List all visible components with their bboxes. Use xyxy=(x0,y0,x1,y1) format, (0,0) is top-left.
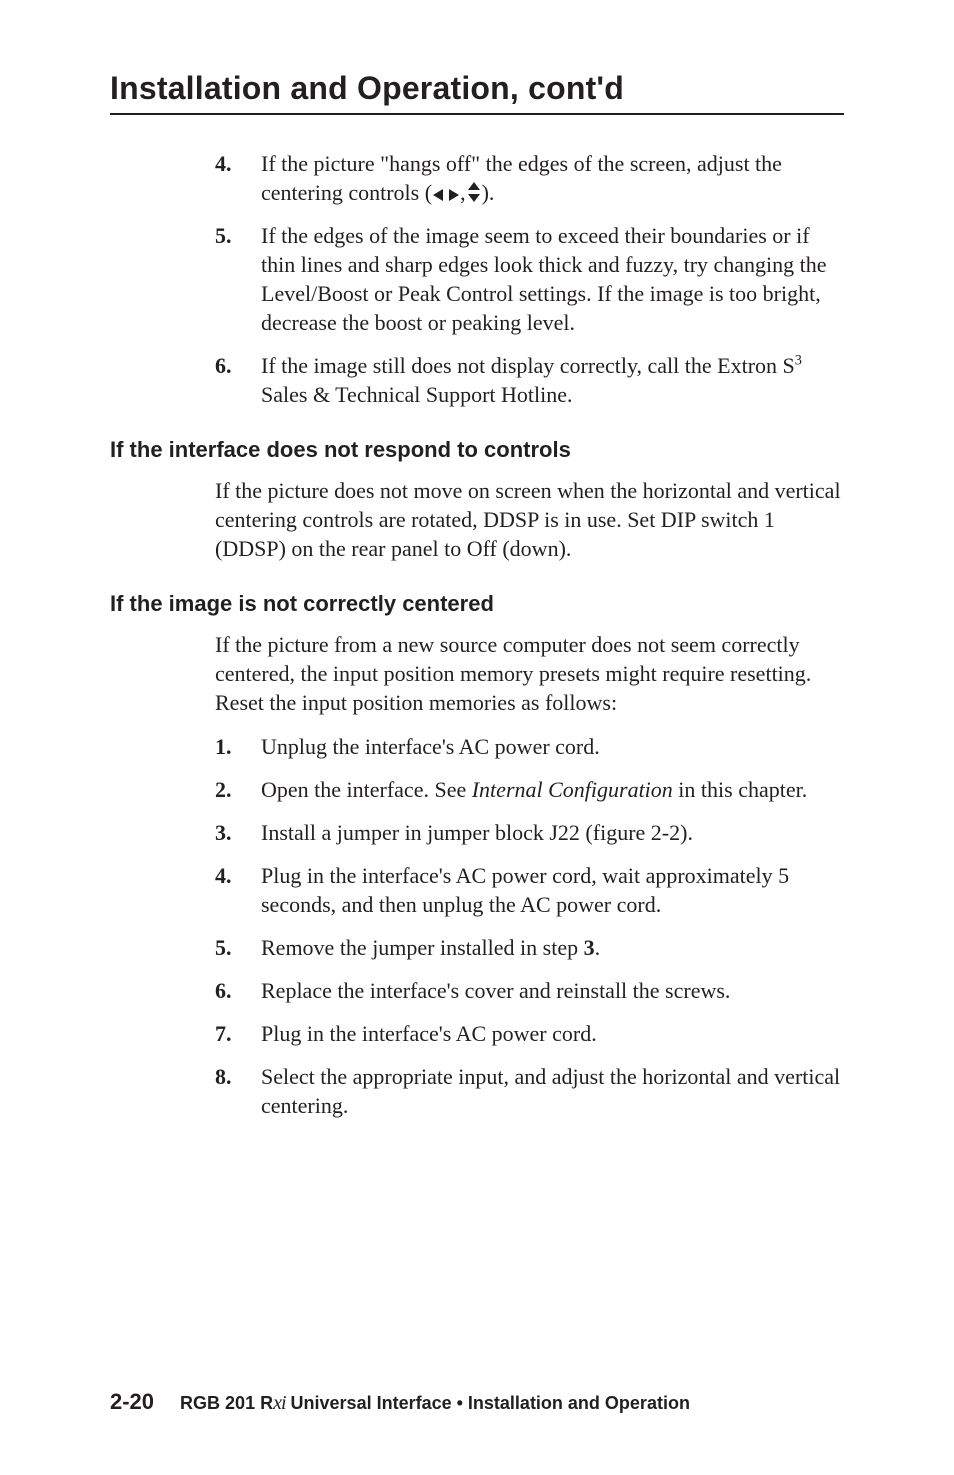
left-right-icon xyxy=(433,188,459,202)
superscript: 3 xyxy=(795,353,802,369)
footer: 2-20 RGB 201 Rxi Universal Interface • I… xyxy=(110,1389,844,1415)
reset-steps-list-item: 1.Unplug the interface's AC power cord. xyxy=(215,732,844,761)
paragraph: If the picture does not move on screen w… xyxy=(215,476,844,563)
body-area: 4.If the picture "hangs off" the edges o… xyxy=(110,149,844,1120)
reset-steps-list-item: 5.Remove the jumper installed in step 3. xyxy=(215,933,844,962)
subhead-no-respond: If the interface does not respond to con… xyxy=(110,435,844,464)
page: Installation and Operation, cont'd 4.If … xyxy=(0,0,954,1475)
list-number: 3. xyxy=(215,818,261,847)
reset-steps-list-item: 8.Select the appropriate input, and adju… xyxy=(215,1062,844,1120)
list-number: 4. xyxy=(215,861,261,919)
list-text: Plug in the interface's AC power cord, w… xyxy=(261,861,844,919)
list-number: 1. xyxy=(215,732,261,761)
list-text: Replace the interface's cover and reinst… xyxy=(261,976,844,1005)
footer-rest: Universal Interface • Installation and O… xyxy=(286,1393,690,1413)
page-number: 2-20 xyxy=(110,1389,154,1415)
list-number: 5. xyxy=(215,933,261,962)
italic-text: Internal Configuration xyxy=(472,777,673,802)
paragraph: If the picture from a new source compute… xyxy=(215,630,844,717)
list-text: Open the interface. See Internal Configu… xyxy=(261,775,844,804)
list-number: 7. xyxy=(215,1019,261,1048)
continued-list-item: 4.If the picture "hangs off" the edges o… xyxy=(215,149,844,207)
continued-list-item: 6.If the image still does not display co… xyxy=(215,351,844,409)
list-text: If the edges of the image seem to exceed… xyxy=(261,221,844,337)
list-text: Remove the jumper installed in step 3. xyxy=(261,933,844,962)
footer-text: RGB 201 Rxi Universal Interface • Instal… xyxy=(180,1392,690,1415)
list-text: Select the appropriate input, and adjust… xyxy=(261,1062,844,1120)
reset-steps-list: 1.Unplug the interface's AC power cord.2… xyxy=(215,732,844,1120)
reset-steps-list-item: 4.Plug in the interface's AC power cord,… xyxy=(215,861,844,919)
list-number: 4. xyxy=(215,149,261,207)
list-number: 6. xyxy=(215,976,261,1005)
list-text: Unplug the interface's AC power cord. xyxy=(261,732,844,761)
footer-product-prefix: RGB 201 R xyxy=(180,1393,273,1413)
list-number: 6. xyxy=(215,351,261,409)
list-number: 2. xyxy=(215,775,261,804)
reset-steps-list-item: 7.Plug in the interface's AC power cord. xyxy=(215,1019,844,1048)
list-text: If the image still does not display corr… xyxy=(261,351,844,409)
list-number: 8. xyxy=(215,1062,261,1120)
up-down-icon xyxy=(467,182,481,202)
head-rule xyxy=(110,113,844,115)
list-text: Install a jumper in jumper block J22 (fi… xyxy=(261,818,844,847)
list-text: If the picture "hangs off" the edges of … xyxy=(261,149,844,207)
bold-text: 3 xyxy=(584,935,595,960)
subhead-not-centered: If the image is not correctly centered xyxy=(110,589,844,618)
footer-product-script: xi xyxy=(273,1392,285,1414)
running-head: Installation and Operation, cont'd xyxy=(110,70,844,107)
list-number: 5. xyxy=(215,221,261,337)
list-text: Plug in the interface's AC power cord. xyxy=(261,1019,844,1048)
continued-list: 4.If the picture "hangs off" the edges o… xyxy=(215,149,844,409)
reset-steps-list-item: 6.Replace the interface's cover and rein… xyxy=(215,976,844,1005)
reset-steps-list-item: 2.Open the interface. See Internal Confi… xyxy=(215,775,844,804)
reset-steps-list-item: 3.Install a jumper in jumper block J22 (… xyxy=(215,818,844,847)
continued-list-item: 5.If the edges of the image seem to exce… xyxy=(215,221,844,337)
